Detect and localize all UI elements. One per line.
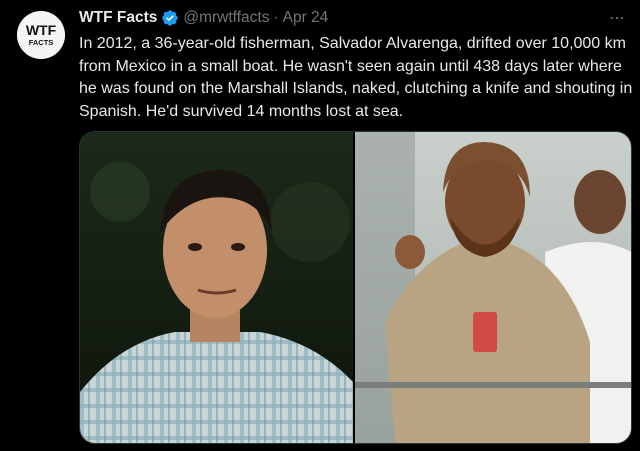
svg-text:FACTS: FACTS bbox=[29, 38, 54, 47]
wtf-facts-logo: WTF FACTS bbox=[17, 11, 65, 59]
tweet-text: In 2012, a 36-year-old fisherman, Salvad… bbox=[79, 35, 633, 120]
rescue-photo[interactable] bbox=[355, 132, 631, 443]
display-name[interactable]: WTF Facts bbox=[79, 9, 157, 27]
verified-badge-icon bbox=[161, 9, 179, 27]
more-options-icon[interactable]: ⋯ bbox=[609, 8, 626, 28]
separator-dot: · bbox=[273, 9, 279, 26]
portrait-photo[interactable] bbox=[80, 132, 353, 443]
avatar[interactable]: WTF FACTS bbox=[17, 11, 65, 59]
user-handle[interactable]: @mrwtffacts bbox=[183, 9, 269, 27]
tweet-header: WTF Facts @mrwtffacts · Apr 24 bbox=[79, 7, 328, 29]
tweet-media[interactable] bbox=[79, 131, 632, 444]
tweet[interactable]: WTF FACTS WTF Facts @mrwtffacts · Apr 24… bbox=[0, 0, 640, 451]
svg-text:WTF: WTF bbox=[26, 22, 57, 38]
timestamp[interactable]: Apr 24 bbox=[283, 9, 329, 27]
